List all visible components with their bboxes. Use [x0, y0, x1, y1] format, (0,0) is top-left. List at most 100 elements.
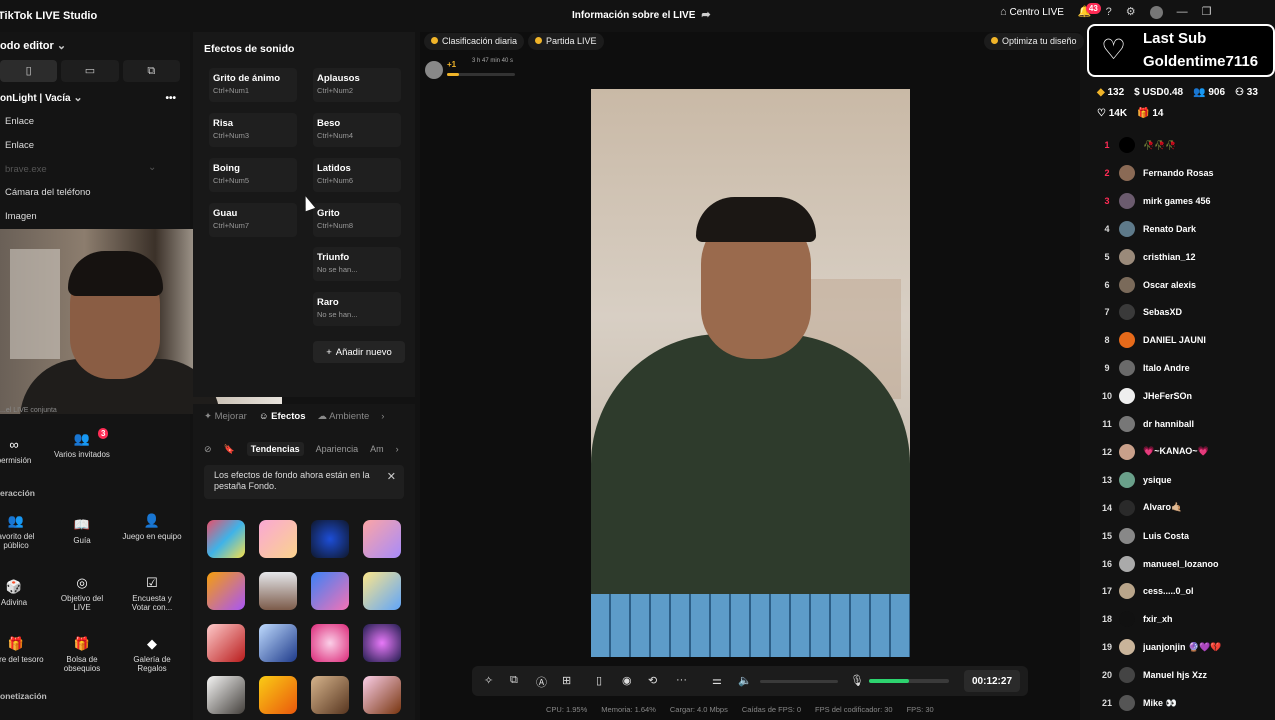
viewer-row[interactable]: 10 JHeFerSOn [1096, 386, 1275, 406]
avatar[interactable] [1149, 6, 1163, 19]
viewer-row[interactable]: 21 Mike 👀 [1096, 693, 1275, 713]
sfx-button[interactable]: Aplausos Ctrl+Num2 [313, 68, 401, 102]
tab-enhance[interactable]: ✦ Mejorar [204, 411, 247, 422]
sfx-button[interactable]: Latidos Ctrl+Num6 [313, 158, 401, 192]
mic-volume-slider[interactable] [869, 679, 949, 683]
optimize-design-pill[interactable]: Optimiza tu diseño [984, 33, 1084, 50]
live-info-header[interactable]: Información sobre el LIVE ➦ [572, 10, 711, 22]
viewer-row[interactable]: 3 mirk games 456 [1096, 191, 1275, 211]
host-avatar[interactable] [425, 61, 443, 79]
effect-thumb[interactable] [259, 624, 297, 662]
source-item[interactable]: Enlace [5, 140, 34, 151]
viewer-row[interactable]: 9 Italo Andre [1096, 358, 1275, 378]
layout-icon[interactable]: ⧉ [510, 674, 518, 687]
viewer-row[interactable]: 14 Alvaro🤙🏼 [1096, 498, 1275, 518]
subtab-appearance[interactable]: Apariencia [316, 444, 359, 454]
bookmark-icon[interactable]: 🔖 [224, 444, 235, 455]
tool-treasure-chest[interactable]: 🎁 cofre del tesoro [0, 636, 46, 664]
tab-effects[interactable]: ☺ Efectos [259, 411, 306, 422]
microphone-icon[interactable]: 🎙 [850, 674, 864, 687]
subtab-more[interactable]: Am [370, 444, 384, 454]
more-icon[interactable]: ··· [676, 674, 687, 686]
sfx-button[interactable]: Guau Ctrl+Num7 [209, 203, 297, 237]
effect-thumb[interactable] [363, 676, 401, 714]
viewer-row[interactable]: 2 Fernando Rosas [1096, 163, 1275, 183]
viewer-row[interactable]: 6 Oscar alexis [1096, 275, 1275, 295]
close-icon[interactable]: ✕ [387, 471, 396, 485]
gear-icon[interactable]: ⚙ [1126, 7, 1136, 18]
effect-thumb[interactable] [259, 572, 297, 610]
tab-ambient[interactable]: ☁ Ambiente [317, 411, 369, 422]
daily-ranking-pill[interactable]: Clasificación diaria [424, 33, 525, 50]
portrait-toggle[interactable]: ▯ [0, 60, 58, 82]
effect-thumb[interactable] [311, 520, 349, 558]
viewer-row[interactable]: 19 juanjonjin 🔮💜💔 [1096, 637, 1275, 657]
sfx-button[interactable]: Triunfo No se han... [313, 247, 401, 281]
auto-icon[interactable]: Ⓐ [536, 674, 547, 690]
scene-selector[interactable]: onLight | Vacía ⌄ ••• [0, 93, 180, 105]
speaker-volume-slider[interactable] [760, 680, 838, 683]
tool-gift-bag[interactable]: 🎁 Bolsa de obsequios [52, 636, 112, 673]
help-icon[interactable]: ? [1106, 7, 1112, 18]
add-sound-button[interactable]: + Añadir nuevo [313, 341, 405, 363]
chevron-right-icon[interactable]: › [396, 444, 399, 454]
effect-thumb[interactable] [259, 676, 297, 714]
tool-guide[interactable]: 📖 Guía [52, 517, 112, 545]
camera-flip-icon[interactable]: ⟲ [648, 674, 657, 687]
viewer-row[interactable]: 8 DANIEL JAUNI [1096, 330, 1275, 350]
more-icon[interactable]: ••• [165, 93, 176, 104]
record-icon[interactable]: ◉ [622, 674, 632, 687]
restore-icon[interactable]: ❐ [1202, 7, 1212, 18]
source-item[interactable]: Imagen [5, 211, 37, 222]
effect-thumb[interactable] [207, 676, 245, 714]
tool-poll[interactable]: ☑ Encuesta y Votar con... [122, 575, 182, 612]
viewer-row[interactable]: 13 ysique [1096, 470, 1275, 490]
notifications-button[interactable]: 🔔 43 [1078, 3, 1101, 18]
tool-audience-favorite[interactable]: 👥 avorito del público [0, 513, 46, 550]
tool-live-goal[interactable]: ◎ Objetivo del LIVE [52, 575, 112, 612]
source-item-hidden[interactable]: brave.exe [5, 164, 47, 175]
viewer-row[interactable]: 11 dr hanniball [1096, 414, 1275, 434]
tool-gift-gallery[interactable]: ◆ Galería de Regalos [122, 636, 182, 673]
tool-guess[interactable]: 🎲 Adivina [0, 579, 44, 607]
viewer-row[interactable]: 20 Manuel hjs Xzz [1096, 665, 1275, 685]
effect-thumb[interactable] [311, 676, 349, 714]
viewer-row[interactable]: 12 💗~ΚΑΝΑΟ~💗 [1096, 442, 1275, 462]
effect-thumb[interactable] [207, 624, 245, 662]
viewer-row[interactable]: 5 cristhian_12 [1096, 247, 1275, 267]
sfx-button[interactable]: Boing Ctrl+Num5 [209, 158, 297, 192]
effect-thumb[interactable] [207, 520, 245, 558]
sfx-button[interactable]: Beso Ctrl+Num4 [313, 113, 401, 147]
viewer-row[interactable]: 1 🥀🥀🥀 [1096, 135, 1275, 155]
chevron-right-icon[interactable]: › [381, 411, 384, 422]
viewer-row[interactable]: 18 fxir_xh [1096, 609, 1275, 629]
viewer-row[interactable]: 15 Luis Costa [1096, 526, 1275, 546]
live-center-button[interactable]: ⌂ Centro LIVE [1000, 7, 1064, 19]
effect-thumb[interactable] [311, 572, 349, 610]
viewer-row[interactable]: 17 cess.....0_ol [1096, 581, 1275, 601]
sfx-button[interactable]: Grito Ctrl+Num8 [313, 203, 401, 237]
sfx-button[interactable]: Grito de ánimo Ctrl+Num1 [209, 68, 297, 102]
sliders-icon[interactable]: ⚌ [712, 674, 722, 687]
editor-mode-selector[interactable]: odo editor ⌄ [0, 40, 66, 52]
dual-toggle[interactable]: ⧉ [122, 60, 180, 82]
effect-thumb[interactable] [207, 572, 245, 610]
viewer-row[interactable]: 16 manueel_lozanoo [1096, 554, 1275, 574]
sfx-button[interactable]: Risa Ctrl+Num3 [209, 113, 297, 147]
magic-wand-icon[interactable]: ✧ [484, 674, 493, 687]
effect-thumb[interactable] [363, 624, 401, 662]
viewer-row[interactable]: 7 SebasXD [1096, 302, 1275, 322]
share-icon[interactable]: ➦ [701, 10, 710, 21]
subtab-trending[interactable]: Tendencias [246, 442, 304, 456]
viewer-row[interactable]: 4 Renato Dark [1096, 219, 1275, 239]
minimize-icon[interactable]: — [1177, 7, 1188, 18]
sfx-button[interactable]: Raro No se han... [313, 292, 401, 326]
tool-team-game[interactable]: 👤 Juego en equipo [122, 513, 182, 541]
effect-thumb[interactable] [259, 520, 297, 558]
source-item[interactable]: Cámara del teléfono [5, 187, 91, 198]
tool-permission[interactable]: ∞ permisión [0, 437, 44, 465]
effect-thumb[interactable] [363, 572, 401, 610]
effect-thumb[interactable] [363, 520, 401, 558]
add-source-icon[interactable]: ⊞ [562, 674, 571, 687]
effect-thumb[interactable] [311, 624, 349, 662]
